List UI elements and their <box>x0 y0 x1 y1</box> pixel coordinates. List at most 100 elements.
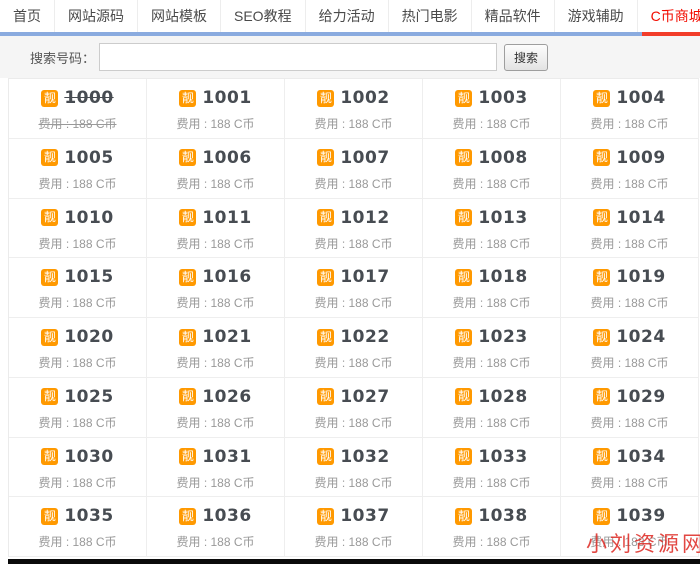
fee-label: 费用 : 188 C币 <box>285 474 422 491</box>
nav-item-label: 给力活动 <box>319 6 375 26</box>
liang-badge-icon: 靓 <box>455 329 472 346</box>
search-label: 搜索号码： <box>30 48 95 67</box>
number-card[interactable]: 靓 1005 费用 : 188 C币 <box>9 139 147 199</box>
number-card[interactable]: 靓 1037 费用 : 188 C币 <box>285 497 423 557</box>
fee-label: 费用 : 188 C币 <box>147 235 284 252</box>
number-value: 1023 <box>478 327 527 347</box>
number-card[interactable]: 靓 1035 费用 : 188 C币 <box>9 497 147 557</box>
fee-label: 费用 : 188 C币 <box>285 235 422 252</box>
number-card[interactable]: 靓 1002 费用 : 188 C币 <box>285 79 423 139</box>
number-line: 靓 1008 <box>455 148 527 168</box>
nav-item[interactable]: 精品软件 <box>472 0 555 32</box>
nav-item[interactable]: 首页 <box>0 0 55 32</box>
nav-item[interactable]: SEO教程 <box>221 0 306 32</box>
liang-badge-icon: 靓 <box>593 388 610 405</box>
number-card[interactable]: 靓 1027 费用 : 188 C币 <box>285 378 423 438</box>
liang-badge-icon: 靓 <box>593 149 610 166</box>
number-value: 1021 <box>202 327 251 347</box>
number-line: 靓 1017 <box>317 267 389 287</box>
number-line: 靓 1000 <box>41 88 113 108</box>
number-card[interactable]: 靓 1028 费用 : 188 C币 <box>423 378 561 438</box>
number-value: 1013 <box>478 208 527 228</box>
number-card[interactable]: 靓 1011 费用 : 188 C币 <box>147 199 285 259</box>
number-card[interactable]: 靓 1026 费用 : 188 C币 <box>147 378 285 438</box>
number-line: 靓 1011 <box>179 208 251 228</box>
number-line: 靓 1034 <box>593 447 665 467</box>
number-card[interactable]: 靓 1033 费用 : 188 C币 <box>423 438 561 498</box>
number-line: 靓 1025 <box>41 387 113 407</box>
number-card[interactable]: 靓 1019 费用 : 188 C币 <box>561 258 699 318</box>
nav-item[interactable]: 热门电影 <box>389 0 472 32</box>
number-value: 1025 <box>64 387 113 407</box>
number-card[interactable]: 靓 1018 费用 : 188 C币 <box>423 258 561 318</box>
number-card[interactable]: 靓 1006 费用 : 188 C币 <box>147 139 285 199</box>
liang-badge-icon: 靓 <box>317 448 334 465</box>
number-value: 1011 <box>202 208 251 228</box>
number-card[interactable]: 靓 1014 费用 : 188 C币 <box>561 199 699 259</box>
number-card[interactable]: 靓 1038 费用 : 188 C币 <box>423 497 561 557</box>
liang-badge-icon: 靓 <box>593 269 610 286</box>
number-line: 靓 1037 <box>317 506 389 526</box>
search-button[interactable]: 搜索 <box>504 44 548 71</box>
number-card[interactable]: 靓 1024 费用 : 188 C币 <box>561 318 699 378</box>
liang-badge-icon: 靓 <box>179 508 196 525</box>
number-card[interactable]: 靓 1001 费用 : 188 C币 <box>147 79 285 139</box>
nav-item[interactable]: 游戏辅助 <box>555 0 638 32</box>
number-card[interactable]: 靓 1022 费用 : 188 C币 <box>285 318 423 378</box>
bottom-bar <box>8 559 700 564</box>
number-line: 靓 1001 <box>179 88 251 108</box>
number-card[interactable]: 靓 1021 费用 : 188 C币 <box>147 318 285 378</box>
liang-badge-icon: 靓 <box>593 508 610 525</box>
nav-item[interactable]: 网站模板 <box>138 0 221 32</box>
number-line: 靓 1030 <box>41 447 113 467</box>
number-card[interactable]: 靓 1012 费用 : 188 C币 <box>285 199 423 259</box>
number-value: 1032 <box>340 447 389 467</box>
number-line: 靓 1019 <box>593 267 665 287</box>
number-card[interactable]: 靓 1016 费用 : 188 C币 <box>147 258 285 318</box>
fee-label: 费用 : 188 C币 <box>9 354 146 371</box>
number-value: 1039 <box>616 506 665 526</box>
number-card[interactable]: 靓 1029 费用 : 188 C币 <box>561 378 699 438</box>
number-card[interactable]: 靓 1039 费用 : 188 C币 <box>561 497 699 557</box>
number-card[interactable]: 靓 1034 费用 : 188 C币 <box>561 438 699 498</box>
liang-badge-icon: 靓 <box>317 149 334 166</box>
number-card[interactable]: 靓 1013 费用 : 188 C币 <box>423 199 561 259</box>
liang-badge-icon: 靓 <box>593 329 610 346</box>
number-value: 1037 <box>340 506 389 526</box>
number-card[interactable]: 靓 1008 费用 : 188 C币 <box>423 139 561 199</box>
number-value: 1028 <box>478 387 527 407</box>
number-value: 1035 <box>64 506 113 526</box>
nav-item[interactable]: 给力活动 <box>306 0 389 32</box>
number-card[interactable]: 靓 1036 费用 : 188 C币 <box>147 497 285 557</box>
fee-label: 费用 : 188 C币 <box>9 533 146 550</box>
number-card[interactable]: 靓 1017 费用 : 188 C币 <box>285 258 423 318</box>
number-card[interactable]: 靓 1031 费用 : 188 C币 <box>147 438 285 498</box>
liang-badge-icon: 靓 <box>41 388 58 405</box>
number-line: 靓 1007 <box>317 148 389 168</box>
number-value: 1006 <box>202 148 251 168</box>
number-card[interactable]: 靓 1003 费用 : 188 C币 <box>423 79 561 139</box>
liang-badge-icon: 靓 <box>317 90 334 107</box>
number-card[interactable]: 靓 1004 费用 : 188 C币 <box>561 79 699 139</box>
number-value: 1031 <box>202 447 251 467</box>
number-value: 1009 <box>616 148 665 168</box>
number-card[interactable]: 靓 1009 费用 : 188 C币 <box>561 139 699 199</box>
number-value: 1029 <box>616 387 665 407</box>
number-line: 靓 1015 <box>41 267 113 287</box>
search-input[interactable] <box>99 43 497 71</box>
nav-item[interactable]: 网站源码 <box>55 0 138 32</box>
number-card[interactable]: 靓 1007 费用 : 188 C币 <box>285 139 423 199</box>
nav-item-label: 首页 <box>13 6 41 26</box>
liang-badge-icon: 靓 <box>179 209 196 226</box>
number-card[interactable]: 靓 1000 费用 : 188 C币 <box>9 79 147 139</box>
number-card[interactable]: 靓 1032 费用 : 188 C币 <box>285 438 423 498</box>
number-card[interactable]: 靓 1030 费用 : 188 C币 <box>9 438 147 498</box>
number-line: 靓 1010 <box>41 208 113 228</box>
nav-item[interactable]: C币商城 <box>638 0 700 32</box>
number-card[interactable]: 靓 1025 费用 : 188 C币 <box>9 378 147 438</box>
number-card[interactable]: 靓 1023 费用 : 188 C币 <box>423 318 561 378</box>
number-card[interactable]: 靓 1010 费用 : 188 C币 <box>9 199 147 259</box>
number-card[interactable]: 靓 1015 费用 : 188 C币 <box>9 258 147 318</box>
number-card[interactable]: 靓 1020 费用 : 188 C币 <box>9 318 147 378</box>
fee-label: 费用 : 188 C币 <box>423 533 560 550</box>
